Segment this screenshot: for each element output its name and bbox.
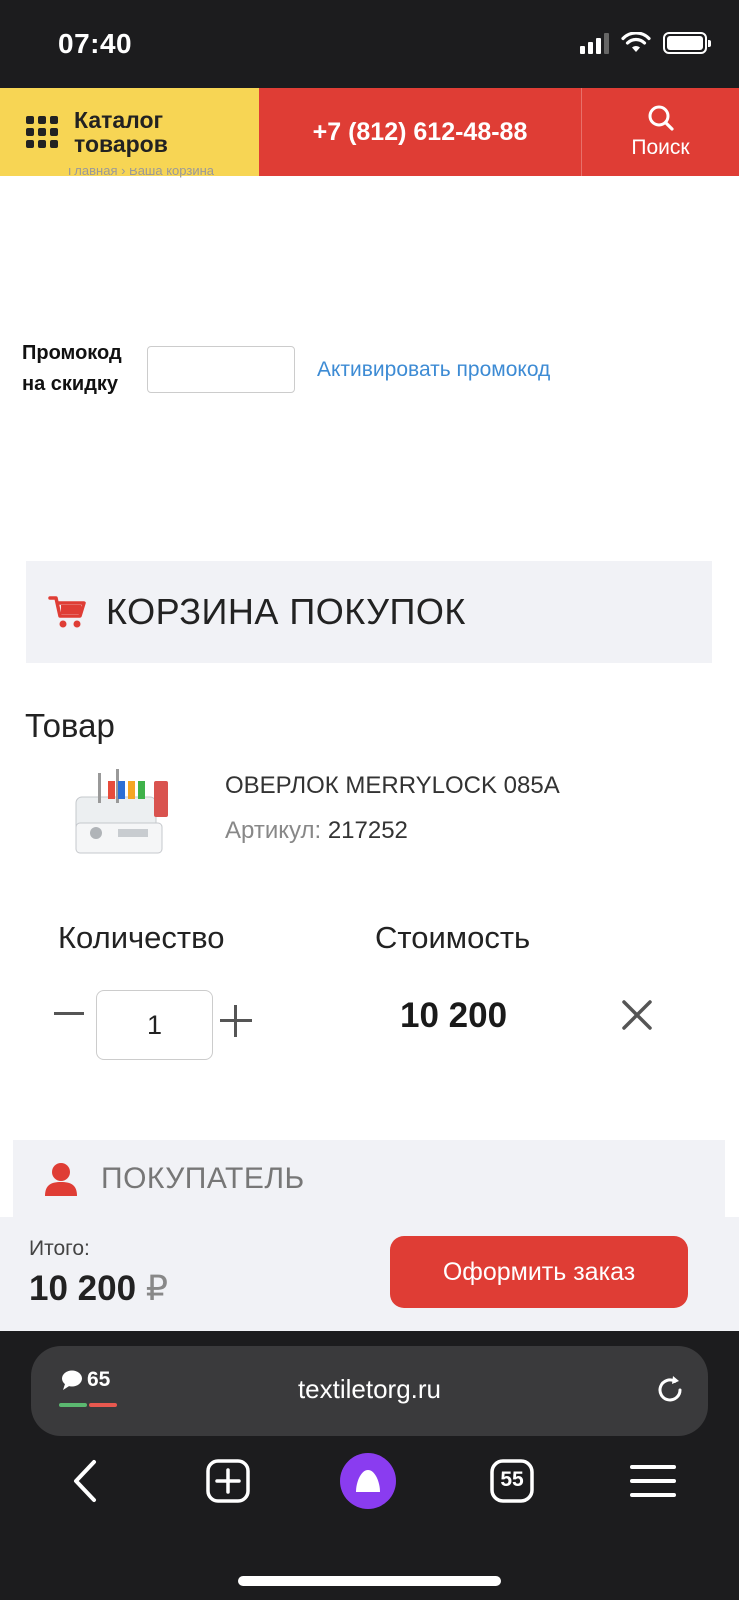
- cart-title: КОРЗИНА ПОКУПОК: [106, 591, 466, 632]
- url-text[interactable]: textiletorg.ru: [31, 1374, 708, 1405]
- product-column-header: Товар: [25, 707, 115, 744]
- browser-nav: 55: [0, 1451, 739, 1531]
- menu-button[interactable]: [623, 1451, 683, 1511]
- quantity-input[interactable]: 1: [96, 990, 213, 1060]
- total-bar: Итого: 10 200 ₽ Оформить заказ: [0, 1217, 739, 1331]
- close-icon: [622, 1000, 652, 1030]
- catalog-button[interactable]: Каталог товаров: [0, 88, 259, 176]
- address-bar[interactable]: 65 textiletorg.ru: [31, 1346, 708, 1436]
- wifi-icon: [621, 32, 651, 52]
- cart-header: КОРЗИНА ПОКУПОК: [26, 561, 712, 663]
- plus-square-icon: [206, 1459, 250, 1503]
- tab-count: 55: [500, 1468, 524, 1491]
- buyer-title: ПОКУПАТЕЛЬ: [101, 1162, 305, 1195]
- battery-icon: [663, 32, 711, 54]
- breadcrumb[interactable]: Главная › Ваша корзина: [68, 168, 214, 178]
- quantity-column-header: Количество: [58, 920, 225, 955]
- search-button[interactable]: Поиск: [582, 88, 739, 176]
- search-icon: [648, 105, 674, 131]
- quantity-increment-button[interactable]: [220, 1005, 252, 1037]
- buyer-header: ПОКУПАТЕЛЬ: [13, 1140, 725, 1218]
- cost-column-header: Стоимость: [375, 920, 531, 955]
- sku-label: Артикул:: [225, 817, 322, 844]
- currency-symbol: ₽: [145, 1269, 169, 1308]
- signal-icon: [580, 32, 609, 54]
- grid-menu-icon: [26, 116, 58, 148]
- search-label: Поиск: [631, 136, 690, 159]
- product-name[interactable]: ОВЕРЛОК MERRYLOCK 085A: [225, 772, 560, 800]
- promo-label: Промокод на скидку: [22, 342, 122, 395]
- catalog-label: Каталог товаров: [74, 107, 168, 157]
- tabs-button[interactable]: 55: [482, 1451, 542, 1511]
- total-label: Итого:: [29, 1237, 90, 1260]
- checkout-button[interactable]: Оформить заказ: [390, 1236, 688, 1308]
- activate-promo-link[interactable]: Активировать промокод: [317, 358, 550, 382]
- total-value: 10 200 ₽: [29, 1269, 168, 1309]
- cart-icon: [48, 596, 86, 628]
- promo-code-input[interactable]: [147, 346, 295, 393]
- quantity-decrement-button[interactable]: [52, 998, 88, 1028]
- alice-icon: [340, 1453, 396, 1509]
- status-icons: [580, 32, 711, 54]
- browser-toolbar: 65 textiletorg.ru 55: [0, 1331, 739, 1600]
- home-indicator[interactable]: [238, 1576, 501, 1586]
- hamburger-menu-icon: [630, 1465, 676, 1497]
- phone-link[interactable]: +7 (812) 612-48-88: [259, 88, 582, 176]
- new-tab-button[interactable]: [198, 1451, 258, 1511]
- user-icon: [45, 1163, 77, 1196]
- item-cost: 10 200: [400, 996, 508, 1035]
- back-button[interactable]: [55, 1451, 115, 1511]
- chevron-left-icon: [74, 1460, 96, 1502]
- total-amount: 10 200: [29, 1269, 137, 1308]
- site-header: Каталог товаров +7 (812) 612-48-88 Поиск: [0, 88, 739, 176]
- status-bar: 07:40: [0, 0, 739, 88]
- product-sku: Артикул: 217252: [225, 817, 408, 845]
- product-image[interactable]: [68, 763, 172, 867]
- alice-assistant-button[interactable]: [338, 1451, 398, 1511]
- remove-item-button[interactable]: [620, 998, 654, 1032]
- status-time: 07:40: [58, 28, 133, 59]
- reload-icon[interactable]: [654, 1374, 686, 1406]
- sku-value: 217252: [327, 817, 408, 844]
